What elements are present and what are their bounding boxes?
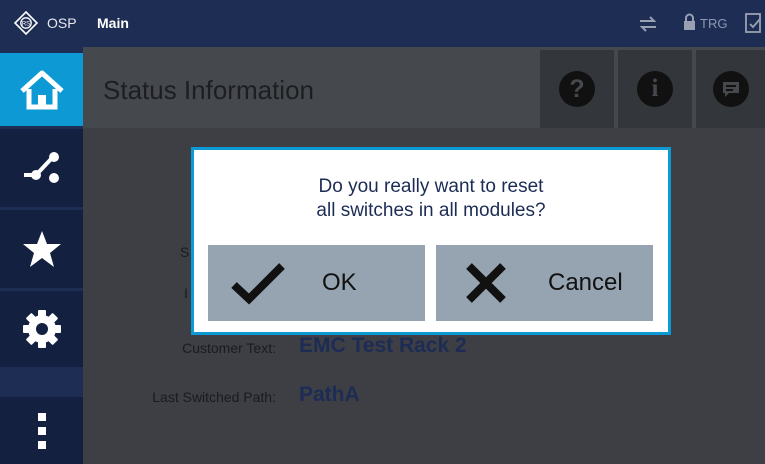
top-bar: RS OSP Main TRG — [0, 0, 765, 47]
help-icon: ? — [559, 71, 595, 107]
message-icon — [712, 71, 749, 107]
window-title: Main — [97, 15, 129, 31]
sidebar-item-settings[interactable] — [0, 291, 83, 367]
ok-label: OK — [322, 269, 357, 296]
customer-text-label: Customer Text: — [182, 340, 276, 356]
partial-label-1: S — [180, 244, 190, 260]
page-header: Status Information ? i — [83, 47, 765, 128]
star-icon — [22, 231, 61, 267]
customer-text-value: EMC Test Rack 2 — [299, 334, 467, 357]
last-switched-path-label: Last Switched Path: — [152, 389, 276, 405]
ok-button[interactable]: OK — [208, 245, 425, 321]
sidebar-item-more[interactable] — [0, 397, 83, 464]
close-icon — [466, 263, 506, 303]
last-path-value-wrap: PathA — [299, 383, 499, 407]
last-switched-path-value: PathA — [299, 383, 360, 406]
cancel-button[interactable]: Cancel — [436, 245, 653, 321]
lock-icon — [684, 13, 695, 30]
page-title: Status Information — [103, 75, 314, 105]
path-switch-icon — [23, 152, 59, 183]
rs-logo-icon: RS — [14, 11, 38, 35]
info-button[interactable]: i — [618, 50, 692, 128]
checkmark-icon — [231, 263, 285, 305]
sidebar-item-favorites[interactable] — [0, 210, 83, 288]
confirm-reset-dialog: Do you really want to reset all switches… — [191, 147, 671, 335]
trg-label: TRG — [700, 16, 728, 31]
dialog-message: Do you really want to reset all switches… — [194, 175, 668, 223]
sidebar-item-home[interactable] — [0, 53, 83, 126]
customer-text-value-wrap: EMC Test Rack 2 — [299, 334, 559, 358]
message-button[interactable] — [696, 50, 765, 128]
sheet-check-icon — [745, 13, 761, 33]
sidebar — [0, 47, 83, 464]
customer-text-label-wrap: Customer Text: — [83, 336, 276, 360]
transfer-arrows-icon — [639, 16, 657, 32]
help-button[interactable]: ? — [540, 50, 614, 128]
gear-icon — [22, 310, 61, 348]
cancel-label: Cancel — [548, 269, 623, 296]
brand-label: OSP — [47, 15, 77, 31]
last-path-label-wrap: Last Switched Path: — [83, 385, 276, 409]
home-icon — [19, 70, 64, 109]
more-vertical-icon — [37, 412, 46, 449]
info-icon: i — [637, 71, 673, 107]
partial-label-2: I — [184, 285, 188, 301]
dialog-message-line-1: Do you really want to reset — [318, 176, 544, 197]
svg-text:RS: RS — [22, 22, 30, 28]
sidebar-item-paths[interactable] — [0, 129, 83, 207]
dialog-message-line-2: all switches in all modules? — [316, 200, 546, 221]
